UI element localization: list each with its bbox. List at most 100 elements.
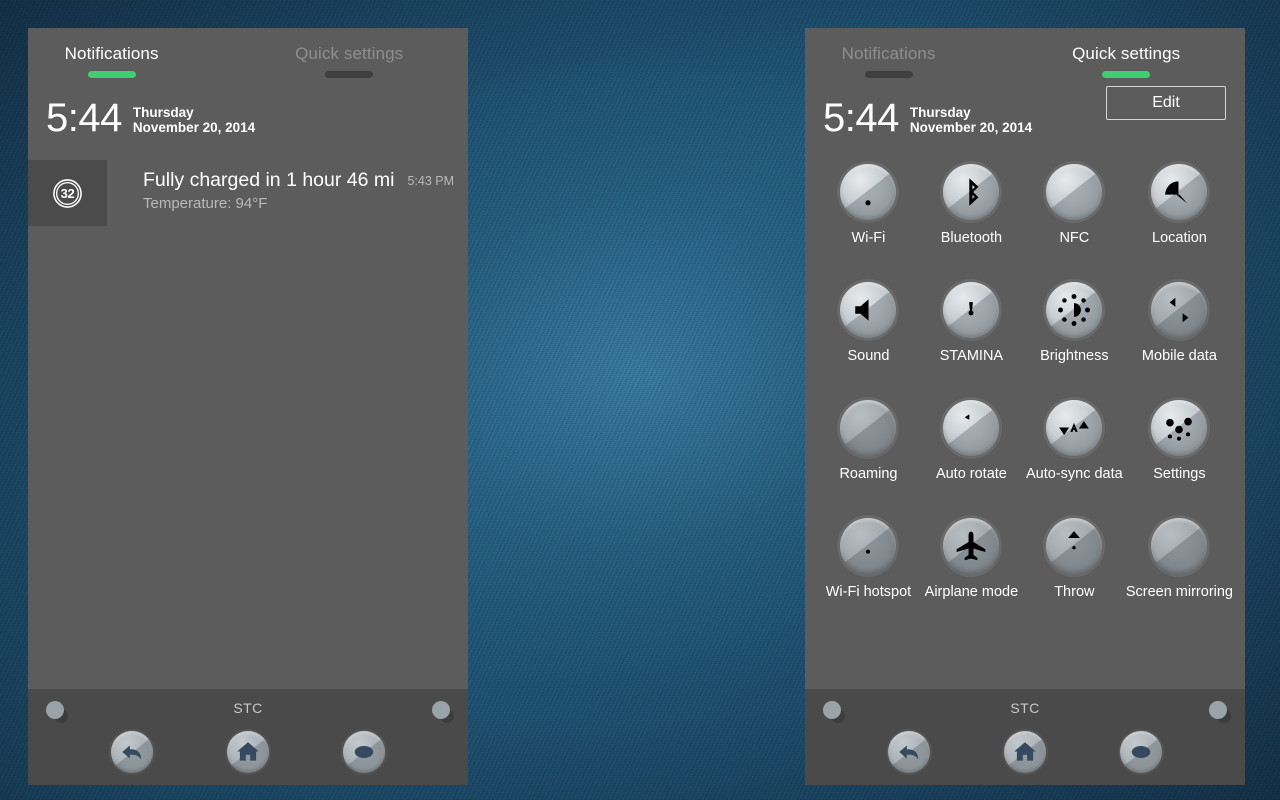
quick-setting-button[interactable] bbox=[943, 518, 1000, 574]
screen-mirroring-icon bbox=[1162, 529, 1196, 563]
quick-setting-label: Auto rotate bbox=[935, 466, 1007, 482]
quick-setting-tile-brightness[interactable]: Brightness bbox=[1023, 282, 1126, 400]
quick-setting-label: Airplane mode bbox=[924, 584, 1019, 600]
tab-quick-settings[interactable]: Quick settings bbox=[1016, 28, 1236, 78]
tab-quick-settings-label: Quick settings bbox=[1072, 44, 1181, 63]
quick-setting-label: Mobile data bbox=[1141, 348, 1217, 364]
tab-notifications[interactable]: Notifications bbox=[805, 28, 999, 78]
quick-setting-button[interactable] bbox=[840, 164, 897, 220]
quick-setting-tile-airplane-mode[interactable]: Airplane mode bbox=[920, 518, 1023, 636]
quick-setting-button[interactable] bbox=[1046, 518, 1103, 574]
recents-button[interactable] bbox=[343, 731, 385, 773]
tab-notifications-label: Notifications bbox=[841, 44, 936, 63]
quick-setting-label: Roaming bbox=[839, 466, 898, 482]
notification-item-battery[interactable]: 32 Fully charged in 1 hour 46 mi Tempera… bbox=[28, 160, 468, 226]
navbar-dot-left bbox=[46, 701, 64, 719]
quick-setting-button[interactable] bbox=[840, 518, 897, 574]
quick-setting-tile-roaming[interactable]: Roaming bbox=[817, 400, 920, 518]
quick-setting-button[interactable] bbox=[1151, 518, 1208, 574]
clock-time: 5:44 bbox=[46, 96, 122, 140]
date-block: Thursday November 20, 2014 bbox=[133, 101, 255, 135]
quick-setting-tile-wi-fi[interactable]: Wi-Fi bbox=[817, 164, 920, 282]
quick-setting-button[interactable] bbox=[1151, 164, 1208, 220]
navigation-buttons bbox=[28, 731, 468, 773]
auto-rotate-icon bbox=[954, 411, 988, 445]
tab-quick-settings-indicator bbox=[325, 71, 374, 78]
throw-icon bbox=[1057, 529, 1091, 563]
notification-subtitle: Temperature: 94°F bbox=[143, 195, 268, 212]
tab-bar: Notifications Quick settings bbox=[28, 28, 468, 90]
battery-percent-icon: 32 bbox=[52, 178, 83, 209]
quick-setting-button[interactable] bbox=[840, 282, 897, 338]
bluetooth-icon bbox=[954, 175, 988, 209]
navbar-dot-left bbox=[823, 701, 841, 719]
tab-quick-settings[interactable]: Quick settings bbox=[239, 28, 459, 78]
notification-timestamp: 5:43 PM bbox=[407, 174, 454, 188]
carrier-label: STC bbox=[1010, 700, 1040, 716]
quick-setting-tile-auto-rotate[interactable]: Auto rotate bbox=[920, 400, 1023, 518]
quick-setting-tile-sound[interactable]: Sound bbox=[817, 282, 920, 400]
quick-setting-tile-screen-mirroring[interactable]: Screen mirroring bbox=[1126, 518, 1233, 636]
date-block: Thursday November 20, 2014 bbox=[910, 101, 1032, 135]
brightness-icon bbox=[1057, 293, 1091, 327]
edit-button[interactable]: Edit bbox=[1106, 86, 1226, 120]
battery-percent-value: 32 bbox=[60, 185, 75, 201]
nfc-icon bbox=[1057, 175, 1091, 209]
home-button[interactable] bbox=[227, 731, 269, 773]
quick-setting-label: Brightness bbox=[1040, 348, 1109, 364]
notification-title: Fully charged in 1 hour 46 mi bbox=[143, 169, 395, 191]
navigation-buttons bbox=[805, 731, 1245, 773]
quick-setting-button[interactable] bbox=[1151, 400, 1208, 456]
tab-notifications[interactable]: Notifications bbox=[28, 28, 222, 78]
navigation-bar: STC bbox=[805, 689, 1245, 785]
quick-setting-tile-auto-sync-data[interactable]: Auto-sync data bbox=[1023, 400, 1126, 518]
tab-bar: Notifications Quick settings bbox=[805, 28, 1245, 90]
notification-text-container: Fully charged in 1 hour 46 mi Temperatur… bbox=[107, 160, 468, 226]
quick-setting-button[interactable] bbox=[1046, 164, 1103, 220]
quick-setting-tile-bluetooth[interactable]: Bluetooth bbox=[920, 164, 1023, 282]
quick-setting-tile-settings[interactable]: Settings bbox=[1126, 400, 1233, 518]
quick-setting-tile-wi-fi-hotspot[interactable]: Wi-Fi hotspot bbox=[817, 518, 920, 636]
airplane-icon bbox=[954, 529, 988, 563]
recents-button[interactable] bbox=[1120, 731, 1162, 773]
quick-setting-button[interactable] bbox=[943, 282, 1000, 338]
quick-setting-tile-location[interactable]: Location bbox=[1126, 164, 1233, 282]
quick-setting-label: Wi-Fi hotspot bbox=[825, 584, 912, 600]
tab-notifications-indicator bbox=[87, 71, 136, 78]
settings-sliders-icon bbox=[1162, 411, 1196, 445]
quick-setting-button[interactable] bbox=[1046, 282, 1103, 338]
quick-setting-button[interactable] bbox=[840, 400, 897, 456]
date-weekday: Thursday bbox=[909, 104, 971, 120]
quick-setting-button[interactable] bbox=[943, 164, 1000, 220]
clock-date-row: 5:44 Thursday November 20, 2014 Edit bbox=[805, 86, 1245, 146]
clock-time: 5:44 bbox=[823, 96, 899, 140]
home-button[interactable] bbox=[1004, 731, 1046, 773]
quick-setting-button[interactable] bbox=[1046, 400, 1103, 456]
quick-setting-button[interactable] bbox=[1151, 282, 1208, 338]
quick-setting-label: Sound bbox=[847, 348, 890, 364]
tab-quick-settings-label: Quick settings bbox=[295, 44, 404, 63]
navbar-dot-right bbox=[432, 701, 450, 719]
quick-settings-panel: Notifications Quick settings 5:44 Thursd… bbox=[805, 28, 1245, 785]
carrier-label: STC bbox=[233, 700, 263, 716]
auto-sync-icon bbox=[1057, 411, 1091, 445]
tab-notifications-indicator bbox=[864, 71, 913, 78]
notification-shade-panel: Notifications Quick settings 5:44 Thursd… bbox=[28, 28, 468, 785]
quick-setting-tile-nfc[interactable]: NFC bbox=[1023, 164, 1126, 282]
quick-setting-label: Screen mirroring bbox=[1125, 584, 1233, 600]
quick-setting-tile-stamina[interactable]: STAMINA bbox=[920, 282, 1023, 400]
back-button[interactable] bbox=[111, 731, 153, 773]
date-full: November 20, 2014 bbox=[132, 120, 256, 135]
quick-setting-label: Settings bbox=[1153, 466, 1206, 482]
tab-quick-settings-indicator bbox=[1102, 71, 1151, 78]
quick-setting-tile-throw[interactable]: Throw bbox=[1023, 518, 1126, 636]
quick-settings-grid: Wi-Fi Bluetooth NFC Location Sound STAMINA Bri… bbox=[805, 146, 1245, 689]
quick-setting-tile-mobile-data[interactable]: Mobile data bbox=[1126, 282, 1233, 400]
notification-icon-container: 32 bbox=[28, 160, 107, 226]
wifi-hotspot-icon bbox=[851, 529, 885, 563]
back-button[interactable] bbox=[888, 731, 930, 773]
quick-setting-label: Location bbox=[1152, 230, 1207, 246]
wifi-icon bbox=[851, 175, 885, 209]
quick-setting-label: Bluetooth bbox=[940, 230, 1003, 246]
quick-setting-button[interactable] bbox=[943, 400, 1000, 456]
